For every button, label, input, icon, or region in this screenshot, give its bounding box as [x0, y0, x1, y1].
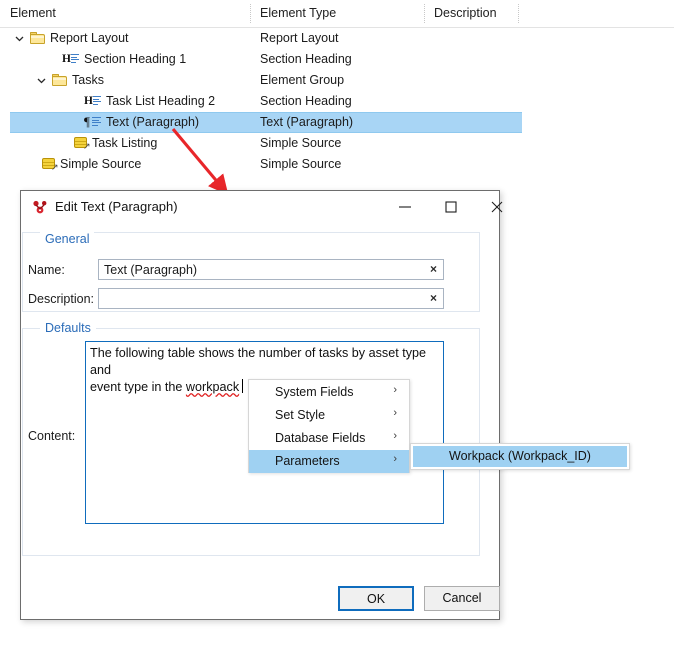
chevron-right-icon: ›	[393, 453, 397, 465]
chevron-right-icon: ›	[393, 430, 397, 442]
name-label: Name:	[28, 263, 65, 277]
chevron-right-icon: ›	[393, 384, 397, 396]
general-groupbox-title: General	[40, 232, 95, 246]
tree-item-label: Task Listing	[92, 136, 158, 150]
table-row-selected[interactable]: ¶ Text (Paragraph) Text (Paragraph)	[0, 112, 674, 133]
tree-item-label: Simple Source	[60, 157, 142, 171]
chevron-down-icon[interactable]	[36, 75, 47, 86]
table-row[interactable]: Report Layout Report Layout	[0, 28, 674, 49]
tree-item-type: Section Heading	[260, 94, 352, 108]
menu-item-system-fields[interactable]: System Fields ›	[249, 381, 409, 404]
menu-item-label: Set Style	[275, 408, 326, 422]
ok-button[interactable]: OK	[338, 586, 414, 611]
table-row[interactable]: ↗ Simple Source Simple Source	[0, 154, 674, 175]
tree-item-label: Report Layout	[50, 31, 129, 45]
tree-item-type: Text (Paragraph)	[260, 115, 354, 129]
data-source-icon: ↗	[42, 157, 59, 172]
menu-item-parameters[interactable]: Parameters ›	[249, 450, 409, 473]
chevron-right-icon: ›	[393, 407, 397, 419]
column-divider-1[interactable]	[250, 4, 252, 23]
content-label: Content:	[28, 429, 76, 443]
folder-open-icon	[30, 32, 46, 45]
table-row[interactable]: H Section Heading 1 Section Heading	[0, 49, 674, 70]
tree-item-type: Simple Source	[260, 157, 342, 171]
element-tree-panel: Element Element Type Description Report …	[0, 0, 674, 190]
tree-item-label: Text (Paragraph)	[106, 115, 200, 129]
table-row[interactable]: Tasks Element Group	[0, 70, 674, 91]
dialog-titlebar[interactable]: Edit Text (Paragraph)	[21, 191, 503, 224]
tree-item-label: Task List Heading 2	[106, 94, 216, 108]
clear-icon[interactable]: ×	[430, 291, 437, 305]
tree-item-label: Tasks	[72, 73, 104, 87]
name-input-value: Text (Paragraph)	[104, 263, 198, 277]
menu-item-label: System Fields	[275, 385, 354, 399]
name-input[interactable]: Text (Paragraph) ×	[98, 259, 444, 280]
column-divider-3[interactable]	[518, 4, 520, 23]
menu-item-set-style[interactable]: Set Style ›	[249, 404, 409, 427]
description-input[interactable]: ×	[98, 288, 444, 309]
tree-item-type: Element Group	[260, 73, 345, 87]
menu-item-label: Database Fields	[275, 431, 366, 445]
column-header-element-type[interactable]: Element Type	[260, 6, 336, 20]
menu-item-database-fields[interactable]: Database Fields ›	[249, 427, 409, 450]
minimize-button[interactable]	[383, 191, 429, 222]
defaults-groupbox-title: Defaults	[40, 321, 96, 335]
clear-icon[interactable]: ×	[430, 262, 437, 276]
column-header-description[interactable]: Description	[434, 6, 497, 20]
tree-item-label: Section Heading 1	[84, 52, 187, 66]
chevron-down-icon[interactable]	[14, 33, 25, 44]
table-row[interactable]: ↗ Task Listing Simple Source	[0, 133, 674, 154]
menu-item-label: Parameters	[275, 454, 340, 468]
column-divider-2[interactable]	[424, 4, 426, 23]
misspelled-word: workpack	[185, 380, 240, 394]
context-submenu: Workpack (Workpack_ID)	[410, 443, 630, 470]
heading-icon: H	[84, 94, 102, 108]
text-caret	[242, 379, 244, 393]
grid-header: Element Element Type Description	[0, 0, 674, 28]
heading-icon: H	[62, 52, 80, 66]
application-icon	[33, 200, 47, 214]
content-line-1: The following table shows the number of …	[90, 346, 427, 377]
maximize-button[interactable]	[429, 191, 475, 222]
dialog-title: Edit Text (Paragraph)	[55, 199, 178, 214]
paragraph-icon: ¶	[84, 114, 102, 129]
tree-item-type: Section Heading	[260, 52, 352, 66]
folder-group-icon	[52, 74, 68, 87]
data-source-icon: ↗	[74, 136, 91, 151]
context-menu: System Fields › Set Style › Database Fie…	[248, 379, 410, 473]
content-line-2-prefix: event type in the	[90, 380, 186, 394]
tree-item-type: Simple Source	[260, 136, 342, 150]
cancel-button[interactable]: Cancel	[424, 586, 500, 611]
submenu-item-workpack[interactable]: Workpack (Workpack_ID)	[413, 446, 627, 467]
table-row[interactable]: H Task List Heading 2 Section Heading	[0, 91, 674, 112]
tree-item-type: Report Layout	[260, 31, 339, 45]
close-button[interactable]	[475, 191, 521, 222]
column-header-element[interactable]: Element	[10, 6, 56, 20]
description-label: Description:	[28, 292, 94, 306]
